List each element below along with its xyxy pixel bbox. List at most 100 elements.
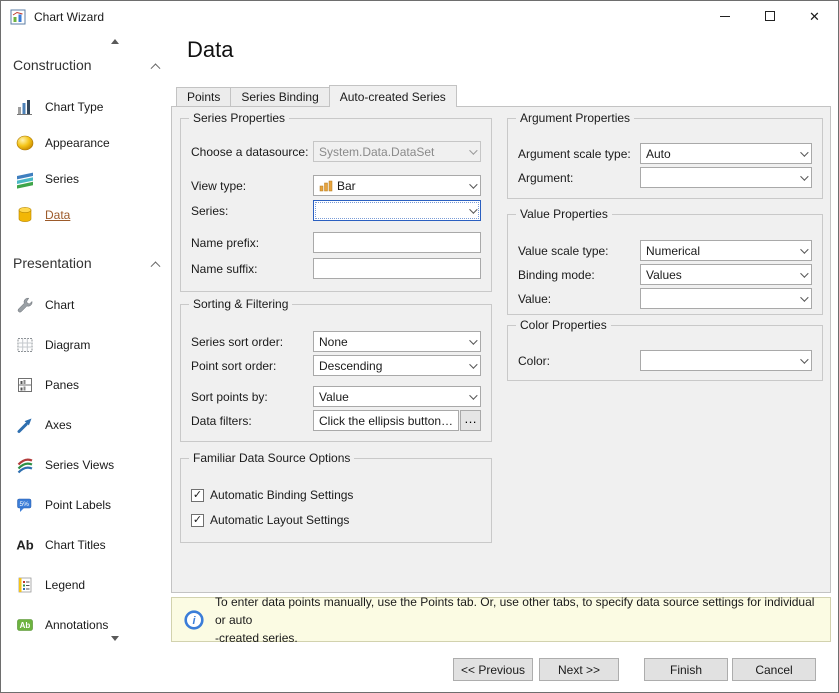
next-button[interactable]: Next >> <box>539 658 619 681</box>
group-title: Color Properties <box>516 318 611 332</box>
data-filters-label: Data filters: <box>191 414 313 428</box>
finish-button[interactable]: Finish <box>644 658 728 681</box>
sidebar-item-chart-titles[interactable]: Ab Chart Titles <box>15 533 106 557</box>
tab-points[interactable]: Points <box>176 87 231 106</box>
value-scale-type-combo[interactable]: Numerical <box>640 240 812 261</box>
chart-wizard-window: Chart Wizard ✕ Construction Chart Type <box>0 0 839 693</box>
previous-button[interactable]: << Previous <box>453 658 533 681</box>
bar-chart-icon <box>319 180 333 192</box>
chart-type-icon <box>15 97 35 117</box>
point-sort-order-combo[interactable]: Descending <box>313 355 481 376</box>
tab-auto-created-series[interactable]: Auto-created Series <box>329 85 457 107</box>
sidebar: Construction Chart Type <box>1 32 171 692</box>
sort-points-by-combo[interactable]: Value <box>313 386 481 407</box>
titlebar[interactable]: Chart Wizard ✕ <box>1 1 838 32</box>
data-filters-ellipsis-button[interactable]: … <box>460 410 481 431</box>
diagram-icon <box>15 335 35 355</box>
group-title: Familiar Data Source Options <box>189 451 354 465</box>
minimize-button[interactable] <box>702 2 747 30</box>
color-label: Color: <box>518 354 640 368</box>
chevron-down-icon[interactable] <box>794 265 811 284</box>
info-text: To enter data points manually, use the P… <box>215 593 818 647</box>
svg-text:Ab: Ab <box>20 621 31 630</box>
data-filters-field[interactable]: Click the ellipsis button… <box>313 410 459 431</box>
automatic-binding-settings-checkbox-row[interactable]: ✓ Automatic Binding Settings <box>191 487 481 503</box>
sidebar-item-label: Chart Type <box>45 100 103 114</box>
color-combo[interactable] <box>640 350 812 371</box>
sorting-filtering-group: Sorting & Filtering Series sort order: N… <box>180 304 492 442</box>
value-properties-group: Value Properties Value scale type: Numer… <box>507 214 823 315</box>
datasource-combo: System.Data.DataSet <box>313 141 481 162</box>
sidebar-item-panes[interactable]: Panes <box>15 373 79 397</box>
view-type-combo[interactable]: Bar <box>313 175 481 196</box>
annotations-icon: Ab <box>15 615 35 635</box>
checkbox-label: Automatic Binding Settings <box>210 488 353 502</box>
chevron-down-icon[interactable] <box>794 241 811 260</box>
tab-panel: Series Properties Choose a datasource: S… <box>171 106 831 593</box>
section-header-construction[interactable]: Construction <box>13 56 159 74</box>
cancel-button[interactable]: Cancel <box>732 658 816 681</box>
sidebar-item-legend[interactable]: Legend <box>15 573 85 597</box>
close-button[interactable]: ✕ <box>792 2 837 30</box>
sidebar-item-appearance[interactable]: Appearance <box>15 131 110 155</box>
scroll-up-icon[interactable] <box>111 39 119 44</box>
chevron-down-icon <box>463 142 480 161</box>
sidebar-item-chart[interactable]: Chart <box>15 293 74 317</box>
name-prefix-label: Name prefix: <box>191 236 313 250</box>
tab-series-binding[interactable]: Series Binding <box>230 87 329 106</box>
window-controls: ✕ <box>702 2 837 30</box>
chevron-up-icon <box>151 261 161 271</box>
name-suffix-input[interactable] <box>313 258 481 279</box>
chevron-down-icon[interactable] <box>463 176 480 195</box>
chevron-down-icon[interactable] <box>463 356 480 375</box>
argument-scale-type-combo[interactable]: Auto <box>640 143 812 164</box>
automatic-layout-settings-checkbox-row[interactable]: ✓ Automatic Layout Settings <box>191 512 481 528</box>
tab-strip: Points Series Binding Auto-created Serie… <box>176 85 456 107</box>
sidebar-item-diagram[interactable]: Diagram <box>15 333 90 357</box>
binding-mode-combo[interactable]: Values <box>640 264 812 285</box>
binding-mode-label: Binding mode: <box>518 268 640 282</box>
chevron-down-icon[interactable] <box>794 289 811 308</box>
chevron-down-icon[interactable] <box>794 144 811 163</box>
checkbox-checked-icon[interactable]: ✓ <box>191 489 204 502</box>
group-title: Argument Properties <box>516 111 634 125</box>
panes-icon <box>15 375 35 395</box>
sidebar-item-annotations[interactable]: Ab Annotations <box>15 613 108 637</box>
sidebar-item-point-labels[interactable]: 5% Point Labels <box>15 493 111 517</box>
maximize-button[interactable] <box>747 2 792 30</box>
sidebar-item-label: Appearance <box>45 136 110 150</box>
svg-text:5%: 5% <box>19 501 29 508</box>
minimize-icon <box>720 16 730 17</box>
sidebar-item-data[interactable]: Data <box>15 203 70 227</box>
chevron-down-icon[interactable] <box>463 387 480 406</box>
section-header-presentation[interactable]: Presentation <box>13 254 159 272</box>
chart-titles-icon: Ab <box>15 535 35 555</box>
chevron-down-icon[interactable] <box>463 332 480 351</box>
info-text-line1: To enter data points manually, use the P… <box>215 593 818 629</box>
sort-points-by-value: Value <box>314 390 463 404</box>
sidebar-item-series[interactable]: Series <box>15 167 79 191</box>
chevron-down-icon[interactable] <box>794 168 811 187</box>
value-label: Value: <box>518 292 640 306</box>
point-labels-icon: 5% <box>15 495 35 515</box>
series-sort-order-combo[interactable]: None <box>313 331 481 352</box>
maximize-icon <box>765 11 775 21</box>
series-views-icon <box>15 455 35 475</box>
sidebar-item-chart-type[interactable]: Chart Type <box>15 95 103 119</box>
name-prefix-input[interactable] <box>313 232 481 253</box>
data-icon <box>15 205 35 225</box>
datasource-combo-value: System.Data.DataSet <box>314 145 463 159</box>
info-bar: i To enter data points manually, use the… <box>171 597 831 642</box>
sidebar-item-label: Point Labels <box>45 498 111 512</box>
scroll-down-icon[interactable] <box>111 636 119 641</box>
series-combo[interactable] <box>313 200 481 221</box>
checkbox-checked-icon[interactable]: ✓ <box>191 514 204 527</box>
chevron-down-icon[interactable] <box>463 201 480 220</box>
sidebar-item-series-views[interactable]: Series Views <box>15 453 114 477</box>
series-sort-order-value: None <box>314 335 463 349</box>
value-combo[interactable] <box>640 288 812 309</box>
argument-combo[interactable] <box>640 167 812 188</box>
chevron-down-icon[interactable] <box>794 351 811 370</box>
sidebar-item-axes[interactable]: Axes <box>15 413 72 437</box>
series-icon <box>15 169 35 189</box>
